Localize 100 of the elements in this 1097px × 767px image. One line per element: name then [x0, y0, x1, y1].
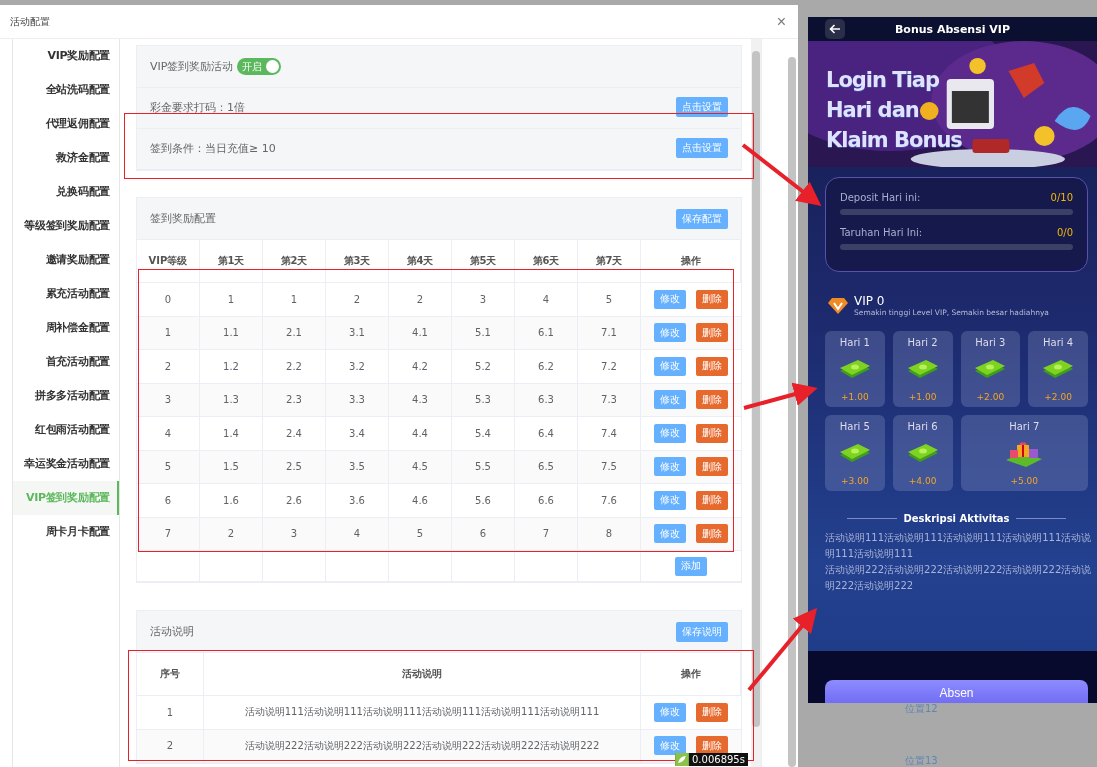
settings-button[interactable]: 点击设置: [676, 97, 728, 117]
sidebar-item[interactable]: 首充活动配置: [13, 345, 119, 379]
settings-button[interactable]: 点击设置: [676, 138, 728, 158]
table-cell: 3.2: [326, 350, 389, 384]
table-cell: 5.5: [452, 450, 515, 484]
column-header: 第3天: [326, 240, 389, 283]
table-cell: 1.3: [200, 383, 263, 417]
table-cell: 1: [200, 283, 263, 317]
delete-button[interactable]: 删除: [696, 524, 728, 544]
day-reward: +5.00: [1010, 476, 1039, 486]
day-card[interactable]: Hari 7 +5.00: [960, 415, 1088, 491]
day-card[interactable]: Hari 2 +1.00: [892, 331, 953, 407]
sidebar-item[interactable]: 累充活动配置: [13, 277, 119, 311]
day-label: Hari 1: [839, 337, 870, 348]
table-cell: 5: [137, 450, 200, 484]
gift-pile-icon: [1005, 440, 1044, 468]
scrollbar-thumb[interactable]: [752, 51, 760, 727]
delete-button[interactable]: 删除: [696, 423, 728, 443]
day-card[interactable]: Hari 4 +2.00: [1028, 331, 1088, 407]
table-cell: 6.3: [515, 383, 578, 417]
edit-button[interactable]: 修改: [654, 423, 686, 443]
day-card[interactable]: Hari 5 +3.00: [825, 415, 885, 491]
timing-text: 0.006895s: [692, 753, 745, 766]
table-cell: 1: [263, 283, 326, 317]
delete-button[interactable]: 删除: [696, 457, 728, 477]
sidebar-item[interactable]: 幸运奖金活动配置: [13, 447, 119, 481]
table-cell: 3.1: [326, 316, 389, 350]
table-cell: 4.5: [389, 450, 452, 484]
column-header: 序号: [137, 653, 204, 696]
table-cell: 1.5: [200, 450, 263, 484]
table-cell: 4.3: [389, 383, 452, 417]
table-cell: 6: [137, 484, 200, 518]
section-title: VIP签到奖励活动: [150, 59, 234, 74]
table-cell: 2: [137, 350, 200, 384]
day-label: Hari 7: [1009, 421, 1040, 432]
toggle-switch[interactable]: 开启: [237, 58, 282, 75]
back-button[interactable]: [825, 19, 845, 39]
table-cell: 0: [137, 283, 200, 317]
delete-button[interactable]: 删除: [696, 390, 728, 410]
delete-button[interactable]: 删除: [696, 356, 728, 376]
edit-button[interactable]: 修改: [654, 289, 686, 309]
scrollbar-thumb[interactable]: [788, 57, 796, 767]
close-button[interactable]: ×: [772, 13, 790, 30]
sidebar-item[interactable]: 代理返佣配置: [13, 107, 119, 141]
sidebar-item[interactable]: 兑换码配置: [13, 175, 119, 209]
description-text: 活动说明222活动说明222活动说明222活动说明222活动说明222活动说明222: [825, 563, 1093, 593]
day-card[interactable]: Hari 3 +2.00: [960, 331, 1021, 407]
day-reward: +2.00: [976, 392, 1005, 402]
table-cell: 7: [137, 517, 200, 551]
table-cell: 5.2: [452, 350, 515, 384]
edit-button[interactable]: 修改: [654, 390, 686, 410]
table-cell: 5.6: [452, 484, 515, 518]
sidebar-item[interactable]: 周卡月卡配置: [13, 515, 119, 549]
delete-button[interactable]: 删除: [696, 490, 728, 510]
save-button[interactable]: 保存说明: [676, 621, 728, 642]
table-cell: 7.5: [578, 450, 641, 484]
day-card[interactable]: Hari 6 +4.00: [892, 415, 953, 491]
edit-button[interactable]: 修改: [654, 524, 686, 544]
edit-button[interactable]: 修改: [654, 702, 686, 722]
table-cell: 4.1: [389, 316, 452, 350]
sidebar-item[interactable]: 全站洗码配置: [13, 73, 119, 107]
sidebar-item[interactable]: VIP签到奖励配置: [13, 481, 119, 515]
table-cell: 6: [452, 517, 515, 551]
table-cell: 2.3: [263, 383, 326, 417]
sidebar-item[interactable]: VIP奖励配置: [13, 39, 119, 73]
add-button[interactable]: 添加: [675, 556, 707, 576]
day-reward: +2.00: [1044, 392, 1072, 402]
edit-button[interactable]: 修改: [654, 490, 686, 510]
table-cell: 5.3: [452, 383, 515, 417]
description-title: Deskripsi Aktivitas: [903, 513, 1010, 524]
table-cell: 1: [137, 696, 204, 730]
delete-button[interactable]: 删除: [696, 702, 728, 722]
table-cell: 3.5: [326, 450, 389, 484]
sidebar-item[interactable]: 救济金配置: [13, 141, 119, 175]
sidebar-item[interactable]: 邀请奖励配置: [13, 243, 119, 277]
sidebar-item[interactable]: 拼多多活动配置: [13, 379, 119, 413]
table-cell: 1.2: [200, 350, 263, 384]
sidebar-item[interactable]: 红包雨活动配置: [13, 413, 119, 447]
delete-button[interactable]: 删除: [696, 289, 728, 309]
sidebar-item[interactable]: 等级签到奖励配置: [13, 209, 119, 243]
day-label: Hari 5: [839, 421, 870, 432]
edit-button[interactable]: 修改: [654, 457, 686, 477]
table-cell: 2.6: [263, 484, 326, 518]
edit-button[interactable]: 修改: [654, 356, 686, 376]
edit-button[interactable]: 修改: [654, 736, 686, 756]
check-in-button[interactable]: Absen: [825, 680, 1088, 703]
save-button[interactable]: 保存配置: [676, 208, 728, 229]
table-cell: 4.4: [389, 417, 452, 451]
table-cell: 2.2: [263, 350, 326, 384]
table-cell: 1.1: [200, 316, 263, 350]
sidebar-item[interactable]: 周补偿金配置: [13, 311, 119, 345]
delete-button[interactable]: 删除: [696, 323, 728, 343]
edit-button[interactable]: 修改: [654, 323, 686, 343]
day-card[interactable]: Hari 1 +1.00: [825, 331, 885, 407]
table-cell: 3: [452, 283, 515, 317]
table-cell: 4: [515, 283, 578, 317]
day-reward: +1.00: [908, 392, 937, 402]
background-cell-text: 位置13: [905, 755, 938, 767]
dialog-title: 活动配置: [10, 14, 50, 29]
table-cell: 8: [578, 517, 641, 551]
